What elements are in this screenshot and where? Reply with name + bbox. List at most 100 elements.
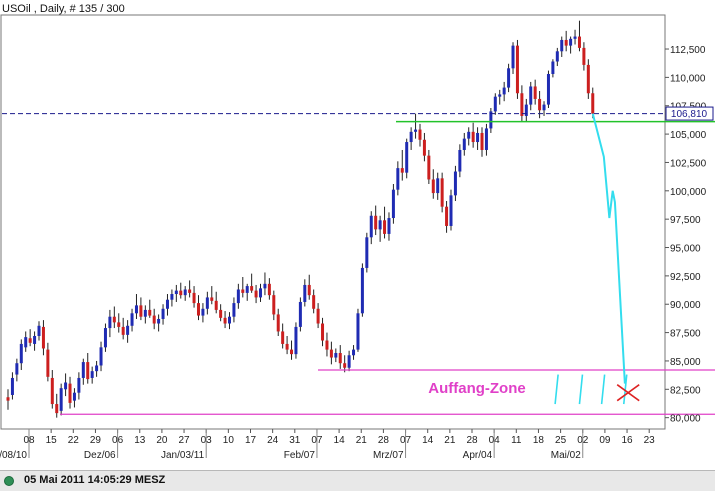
candle-up (502, 87, 506, 95)
connection-status-icon (4, 476, 14, 486)
time-tick-label: 27 (178, 435, 190, 446)
candle-up (347, 355, 351, 368)
time-tick-label: 23 (644, 435, 656, 446)
candle-down (520, 93, 524, 116)
candle-up (378, 220, 382, 230)
candle-down (179, 290, 183, 296)
candle-up (573, 36, 577, 39)
candle-up (476, 132, 480, 143)
candle-down (210, 297, 214, 301)
candle-down (564, 39, 568, 46)
candle-down (480, 132, 484, 150)
candle-down (338, 353, 342, 364)
candle-up (103, 328, 107, 348)
current-price-box: 106,810 (665, 106, 714, 121)
candle-up (130, 313, 134, 326)
price-tick-label: 82,500 (670, 385, 701, 396)
candle-down (471, 131, 475, 143)
candle-down (241, 289, 245, 293)
candle-down (55, 404, 59, 414)
candle-down (139, 305, 143, 317)
candle-up (334, 353, 338, 358)
candle-up (245, 286, 249, 293)
period-label: Nov/08/10 (0, 450, 27, 461)
candle-down (152, 315, 156, 324)
chart-window: USOil , Daily, # 135 / 300 112,500 110,00… (0, 0, 715, 491)
candle-up (15, 363, 19, 375)
candle-up (161, 308, 165, 319)
candle-down (316, 308, 320, 324)
price-tick-label: 85,000 (670, 357, 701, 368)
candle-up (157, 318, 161, 324)
candle-down (148, 309, 152, 316)
candle-up (524, 104, 528, 116)
candle-down (254, 290, 258, 298)
period-label: Feb/07 (284, 450, 316, 461)
candle-up (436, 178, 440, 194)
candle-up (228, 316, 231, 324)
candle-up (551, 61, 555, 74)
time-tick-label: 13 (134, 435, 146, 446)
candle-down (440, 178, 444, 207)
candle-up (126, 325, 130, 335)
candle-up (64, 382, 68, 390)
candle-down (321, 323, 325, 341)
candle-down (196, 303, 200, 316)
candle-up (170, 294, 174, 300)
period-label: Dez/06 (84, 450, 116, 461)
candle-down (214, 300, 218, 310)
candle-up (449, 195, 453, 226)
candle-down (307, 284, 311, 296)
time-tick-label: 15 (46, 435, 58, 446)
candle-down (188, 289, 192, 293)
candle-down (586, 64, 590, 94)
candle-up (453, 171, 457, 196)
candle-down (28, 338, 32, 343)
time-tick-label: 31 (289, 435, 301, 446)
period-label: Apr/04 (463, 450, 493, 461)
candle-down (46, 349, 50, 377)
price-tick-label: 102,500 (670, 158, 707, 169)
time-tick-label: 16 (621, 435, 633, 446)
candle-down (422, 139, 426, 156)
candle-up (405, 142, 409, 173)
candle-up (77, 377, 81, 393)
zone-label: Auffang-Zone (428, 380, 525, 397)
candle-up (72, 392, 76, 401)
candle-up (33, 335, 37, 344)
candle-up (414, 129, 418, 132)
candle-down (281, 331, 285, 344)
candle-up (352, 349, 356, 356)
candle-up (560, 39, 564, 52)
time-tick-label: 28 (378, 435, 390, 446)
candle-down (272, 295, 276, 315)
candle-up (298, 301, 302, 327)
time-tick-label: 25 (555, 435, 567, 446)
candle-down (427, 155, 431, 180)
candle-up (498, 94, 502, 97)
candle-down (515, 45, 519, 94)
candle-up (259, 288, 263, 298)
current-price-label: 106,810 (671, 109, 708, 120)
candle-down (445, 206, 449, 226)
candle-down (50, 377, 54, 405)
candle-down (41, 326, 45, 349)
time-tick-label: 20 (156, 435, 168, 446)
price-tick-label: 110,000 (670, 73, 706, 84)
candle-up (507, 68, 511, 88)
candle-down (325, 340, 329, 350)
candle-up (236, 289, 240, 304)
price-tick-label: 92,500 (670, 272, 701, 283)
price-tick-label: 90,000 (670, 300, 701, 311)
status-datetime: 05 Mai 2011 14:05:29 MESZ (24, 474, 166, 486)
candle-down (591, 93, 595, 114)
candle-up (294, 326, 298, 355)
candle-down (431, 179, 435, 194)
candle-up (37, 325, 41, 336)
candle-up (511, 45, 515, 69)
candle-down (285, 343, 289, 350)
time-tick-label: 18 (533, 435, 545, 446)
candle-up (99, 347, 103, 366)
candle-up (19, 343, 23, 364)
time-tick-label: 09 (599, 435, 611, 446)
